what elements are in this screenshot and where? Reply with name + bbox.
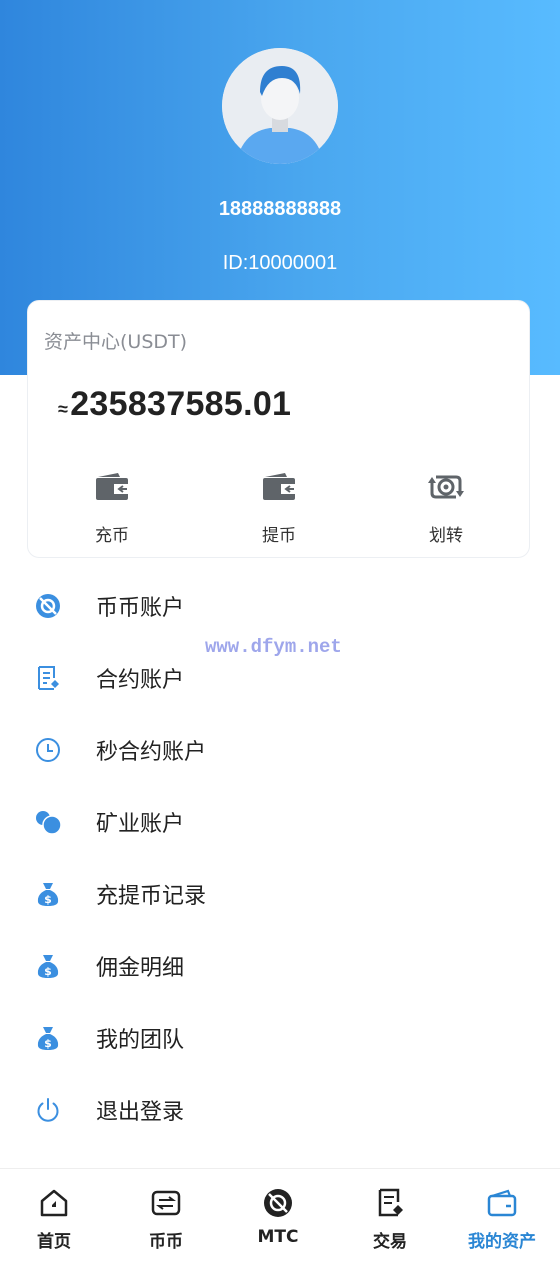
mtc-icon [264, 1189, 292, 1217]
tab-label: MTC [257, 1227, 299, 1247]
tab-home[interactable]: 首页 [0, 1187, 110, 1257]
clock-icon [36, 738, 60, 762]
wallet-icon [263, 473, 295, 500]
menu-label: 合约账户 [96, 668, 185, 693]
menu-label: 币币账户 [96, 596, 185, 621]
money-bag-icon: $ [37, 1027, 59, 1050]
menu-label: 佣金明细 [96, 956, 185, 981]
power-icon [37, 1098, 59, 1122]
menu-label: 秒合约账户 [96, 740, 207, 765]
withdraw-label: 提币 [262, 526, 296, 546]
tab-spot[interactable]: 币币 [110, 1187, 222, 1257]
tab-mtc[interactable]: MTC [222, 1187, 334, 1257]
tab-trade[interactable]: 交易 [334, 1187, 446, 1257]
tab-label: 首页 [37, 1232, 71, 1252]
avatar-person-icon [222, 48, 338, 164]
menu-item-spot-account[interactable]: 币币账户 [0, 570, 560, 642]
asset-card-title: 资产中心(USDT) [44, 331, 188, 353]
no-coin-icon [36, 594, 60, 618]
menu-item-second-contract-account[interactable]: 秒合约账户 [0, 714, 560, 786]
menu-item-mining-account[interactable]: 矿业账户 [0, 786, 560, 858]
transfer-label: 划转 [429, 526, 463, 546]
menu-item-commission-details[interactable]: $ 佣金明细 [0, 930, 560, 1002]
deposit-button[interactable]: 充币 [52, 467, 172, 546]
money-bag-icon: $ [37, 883, 59, 906]
menu-label: 退出登录 [96, 1100, 185, 1125]
menu-item-deposit-withdraw-records[interactable]: $ 充提币记录 [0, 858, 560, 930]
menu-label: 充提币记录 [96, 884, 207, 909]
contract-icon [38, 666, 59, 690]
svg-text:$: $ [44, 965, 52, 978]
bottom-tab-bar: 首页 币币 MTC 交易 我的资产 [0, 1168, 560, 1269]
tab-label: 我的资产 [468, 1232, 536, 1252]
trade-icon [378, 1188, 403, 1217]
svg-text:$: $ [44, 893, 52, 906]
menu-label: 矿业账户 [96, 812, 185, 837]
exchange-icon [151, 1190, 181, 1216]
tab-label: 币币 [149, 1232, 183, 1252]
tab-my-assets[interactable]: 我的资产 [446, 1187, 558, 1257]
phone-number: 18888888888 [218, 198, 342, 220]
menu-label: 我的团队 [96, 1028, 185, 1053]
circles-icon [36, 811, 62, 835]
balance-amount: ≈235837585.01 [58, 385, 291, 424]
menu-item-my-team[interactable]: $ 我的团队 [0, 1002, 560, 1074]
avatar[interactable] [222, 48, 338, 164]
menu-item-logout[interactable]: 退出登录 [0, 1074, 560, 1146]
money-bag-icon: $ [37, 955, 59, 978]
wallet-icon [487, 1189, 517, 1217]
deposit-label: 充币 [95, 526, 129, 546]
withdraw-button[interactable]: 提币 [219, 467, 339, 546]
approx-symbol: ≈ [58, 399, 69, 419]
tab-label: 交易 [373, 1232, 407, 1252]
transfer-button[interactable]: 划转 [386, 467, 506, 546]
asset-center-card: 资产中心(USDT) ≈235837585.01 充币 提币 划转 [27, 300, 530, 558]
svg-text:$: $ [44, 1037, 52, 1050]
wallet-icon [96, 473, 128, 500]
user-id: ID:10000001 [222, 252, 338, 274]
home-icon [40, 1189, 68, 1217]
watermark: www.dfym.net [205, 636, 342, 658]
balance-value: 235837585.01 [70, 385, 292, 423]
transfer-icon [428, 475, 464, 499]
